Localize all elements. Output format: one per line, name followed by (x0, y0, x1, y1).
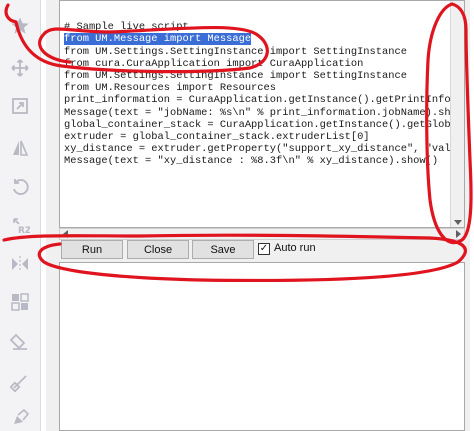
scroll-left-icon[interactable] (63, 230, 68, 238)
svg-text:RZ: RZ (18, 226, 30, 235)
paint-icon[interactable] (8, 406, 32, 430)
code-line: xy_distance = extruder.getProperty("supp… (64, 143, 465, 156)
script-code[interactable]: # Sample live_script from UM.Message impo… (64, 9, 465, 192)
code-line: from UM.Settings.SettingInstance import … (64, 45, 407, 58)
vertical-scrollbar[interactable] (450, 1, 464, 227)
scale-icon[interactable] (8, 94, 32, 118)
code-line: from cura.CuraApplication import CuraApp… (64, 57, 364, 70)
mirror-icon[interactable] (8, 136, 32, 160)
scroll-down-icon[interactable] (454, 220, 462, 225)
code-line: print_information = CuraApplication.getI… (64, 94, 465, 107)
move-icon[interactable] (8, 56, 32, 80)
code-line: from UM.Settings.SettingInstance import … (64, 70, 407, 83)
code-line: global_container_stack = CuraApplication… (64, 118, 465, 131)
star-icon[interactable] (8, 14, 32, 38)
button-row: Run Close Save ✓ Auto run (59, 240, 465, 260)
close-button[interactable]: Close (127, 240, 189, 259)
code-line: extruder = global_container_stack.extrud… (64, 131, 370, 144)
per-model-settings-icon[interactable] (8, 290, 32, 314)
code-line-selected: from UM.Message import Message (64, 33, 464, 46)
script-editor[interactable]: # Sample live_script from UM.Message impo… (59, 0, 465, 228)
live-script-dialog: # Sample live_script from UM.Message impo… (46, 0, 470, 431)
auto-run-checkbox[interactable]: ✓ (258, 243, 270, 255)
reset-rotation-icon[interactable]: RZ (8, 213, 32, 237)
code-line: Message(text = "jobName: %s\n" % print_i… (64, 106, 465, 119)
selected-text: from UM.Message import Message (64, 33, 252, 46)
support-blocker-icon[interactable] (8, 330, 32, 354)
rotate-icon[interactable] (8, 175, 32, 199)
auto-run-label: Auto run (274, 242, 316, 254)
code-line: Message(text = "xy_distance : %8.3f\n" %… (64, 155, 439, 168)
measure-icon[interactable] (8, 370, 32, 394)
save-button[interactable]: Save (192, 240, 254, 259)
mirror-horizontal-icon[interactable] (8, 252, 32, 276)
run-button[interactable]: Run (61, 240, 123, 259)
scroll-right-icon[interactable] (456, 230, 461, 238)
horizontal-scrollbar[interactable] (59, 228, 465, 240)
code-line: from UM.Resources import Resources (64, 82, 277, 95)
code-line: # Sample live_script (64, 21, 189, 34)
left-toolbar: RZ (0, 0, 41, 431)
output-panel[interactable] (59, 262, 465, 431)
